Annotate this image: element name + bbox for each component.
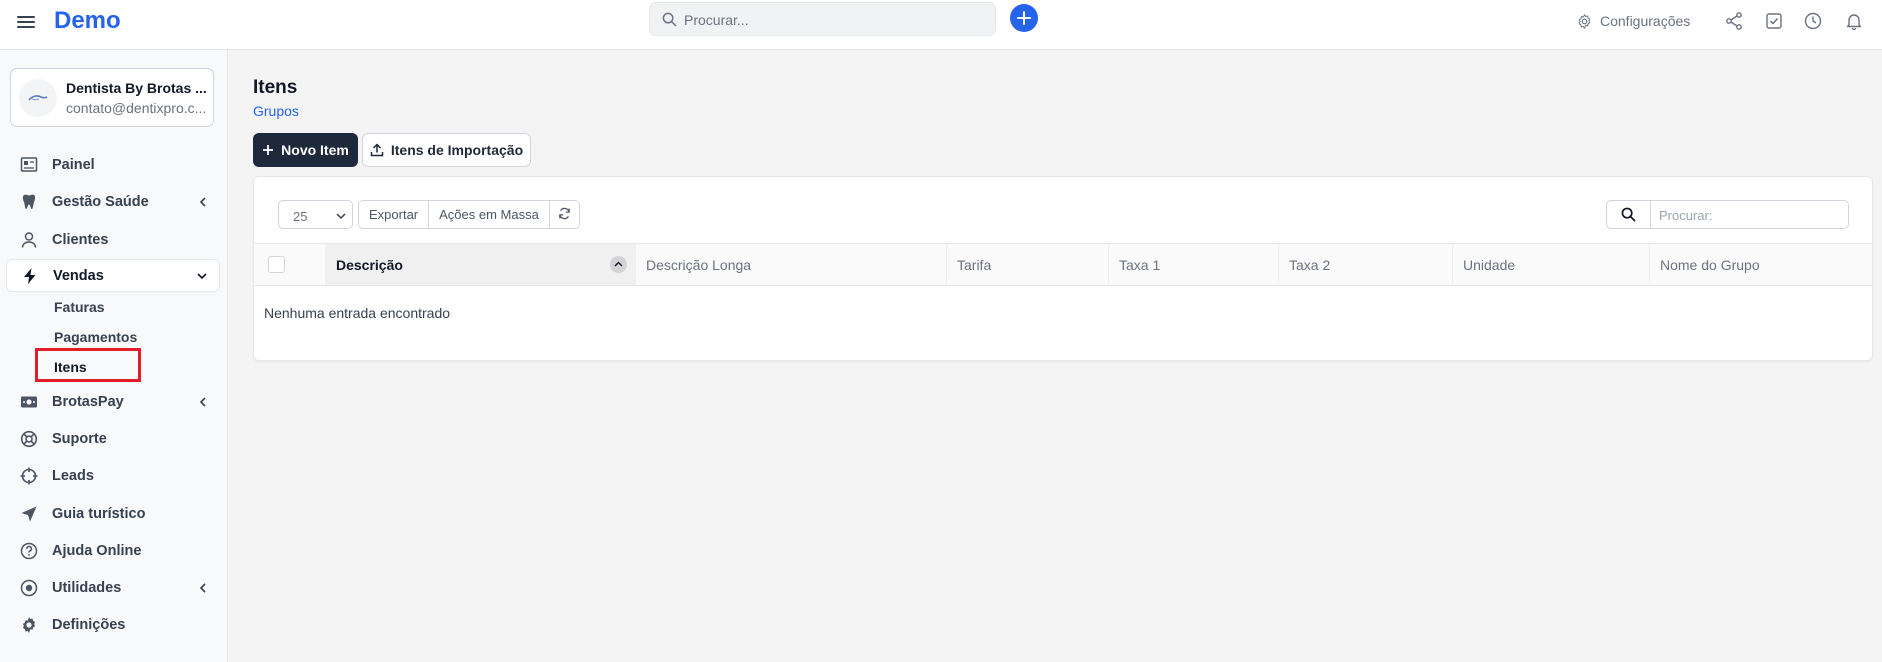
column-header-unidade[interactable]: Unidade <box>1453 244 1650 285</box>
clock-icon[interactable] <box>1803 11 1823 31</box>
sidebar-subitem-pagamentos[interactable]: Pagamentos <box>54 329 137 345</box>
sort-ascending-icon <box>610 256 627 273</box>
column-header-label: Taxa 1 <box>1119 257 1161 273</box>
column-header-descricao-longa[interactable]: Descrição Longa <box>636 244 947 285</box>
page-title: Itens <box>253 77 298 98</box>
column-header-descricao[interactable]: Descrição <box>326 244 636 285</box>
column-header-taxa-1[interactable]: Taxa 1 <box>1109 244 1279 285</box>
company-card[interactable]: Dentista By Brotas ... contato@dentixpro… <box>10 68 214 127</box>
sidebar-item-label: Guia turístico <box>52 506 146 522</box>
sidebar-item-vendas[interactable]: Vendas <box>6 259 220 292</box>
sidebar-item-clientes[interactable]: Clientes <box>6 224 220 257</box>
bell-icon[interactable] <box>1844 11 1864 31</box>
table-search <box>1606 200 1849 229</box>
items-table-card: 25 Exportar Ações em Massa Descrição Des… <box>253 176 1873 361</box>
sidebar-item-gestao-saude[interactable]: Gestão Saúde <box>6 186 220 219</box>
chevron-down-icon <box>336 213 346 220</box>
refresh-icon <box>559 207 570 220</box>
search-icon <box>662 12 677 27</box>
bulk-actions-button[interactable]: Ações em Massa <box>429 201 550 228</box>
company-logo <box>19 79 57 117</box>
highlight-annotation-box <box>35 348 141 382</box>
tooth-icon <box>22 194 36 209</box>
column-header-label: Nome do Grupo <box>1660 257 1760 273</box>
upload-icon <box>370 143 384 157</box>
company-email: contato@dentixpro.c... <box>66 100 206 116</box>
table-search-input[interactable] <box>1659 206 1839 224</box>
settings-link[interactable]: Configurações <box>1576 11 1690 31</box>
user-icon <box>21 232 37 248</box>
sidebar-item-brotaspay[interactable]: BrotasPay <box>6 386 220 419</box>
sidebar-item-label: Definições <box>52 617 126 633</box>
gear-icon <box>1578 13 1591 29</box>
table-search-button[interactable] <box>1607 201 1651 228</box>
table-header: Descrição Descrição Longa Tarifa Taxa 1 … <box>254 243 1872 286</box>
column-header-tarifa[interactable]: Tarifa <box>947 244 1109 285</box>
lightning-icon <box>24 268 36 284</box>
select-all-column <box>254 244 326 285</box>
sidebar-item-suporte[interactable]: Suporte <box>6 423 220 456</box>
sidebar-subitem-faturas[interactable]: Faturas <box>54 299 105 315</box>
cog-icon <box>22 617 36 633</box>
sidebar-item-guia-turistico[interactable]: Guia turístico <box>6 498 220 531</box>
sidebar-item-label: Painel <box>52 157 95 173</box>
task-check-icon[interactable] <box>1764 11 1784 31</box>
column-header-label: Taxa 2 <box>1289 257 1331 273</box>
sidebar-item-painel[interactable]: Painel <box>6 149 220 182</box>
groups-link[interactable]: Grupos <box>253 103 299 119</box>
sidebar-item-utilidades[interactable]: Utilidades <box>6 572 220 605</box>
new-item-button[interactable]: Novo Item <box>253 133 358 167</box>
sidebar-item-label: Gestão Saúde <box>52 194 149 210</box>
sidebar-item-label: BrotasPay <box>52 394 124 410</box>
chevron-left-icon <box>199 197 206 207</box>
chevron-left-icon <box>199 397 206 407</box>
page-size-select[interactable]: 25 <box>278 200 353 229</box>
column-header-nome-do-grupo[interactable]: Nome do Grupo <box>1650 244 1872 285</box>
quick-create-plus-icon[interactable] <box>1010 4 1038 32</box>
column-header-label: Descrição Longa <box>646 257 752 273</box>
table-actions-group: Exportar Ações em Massa <box>358 200 580 229</box>
search-icon <box>1621 207 1636 222</box>
select-all-checkbox[interactable] <box>268 256 285 273</box>
sidebar-item-label: Utilidades <box>52 580 122 596</box>
dashboard-icon <box>20 157 38 172</box>
column-header-taxa-2[interactable]: Taxa 2 <box>1279 244 1453 285</box>
global-search-input[interactable] <box>684 9 984 31</box>
plus-icon <box>263 145 274 155</box>
empty-table-message: Nenhuma entrada encontrado <box>264 305 451 321</box>
refresh-button[interactable] <box>549 201 579 228</box>
sidebar-item-ajuda-online[interactable]: Ajuda Online <box>6 535 220 568</box>
global-search <box>649 2 996 36</box>
settings-label: Configurações <box>1600 13 1691 29</box>
export-button[interactable]: Exportar <box>359 201 430 228</box>
sidebar-item-leads[interactable]: Leads <box>6 460 220 493</box>
company-name: Dentista By Brotas ... <box>66 80 206 96</box>
sidebar-item-label: Ajuda Online <box>52 543 142 559</box>
help-circle-icon <box>20 542 38 560</box>
record-circle-icon <box>20 579 38 597</box>
column-header-label: Tarifa <box>957 257 992 273</box>
sidebar-item-label: Vendas <box>53 268 104 284</box>
lifebuoy-icon <box>20 430 38 448</box>
share-icon[interactable] <box>1724 11 1744 31</box>
sidebar-item-label: Leads <box>52 468 94 484</box>
chevron-left-icon <box>199 583 206 593</box>
column-header-label: Unidade <box>1463 257 1516 273</box>
import-items-button[interactable]: Itens de Importação <box>362 133 531 167</box>
sidebar-item-label: Clientes <box>52 232 109 248</box>
chevron-down-icon <box>197 273 207 280</box>
column-header-label: Descrição <box>336 257 403 273</box>
new-item-label: Novo Item <box>281 142 349 158</box>
brand-logo[interactable]: Demo <box>54 7 121 35</box>
import-items-label: Itens de Importação <box>390 142 524 158</box>
page-size-value: 25 <box>293 209 308 224</box>
crosshair-icon <box>20 467 38 485</box>
location-arrow-icon <box>21 506 37 522</box>
sidebar-item-label: Suporte <box>52 431 107 447</box>
top-bar: Demo Configurações <box>0 0 1882 50</box>
hamburger-menu-icon[interactable] <box>17 13 35 31</box>
money-icon <box>21 396 37 408</box>
sidebar-item-definicoes[interactable]: Definições <box>6 609 220 642</box>
